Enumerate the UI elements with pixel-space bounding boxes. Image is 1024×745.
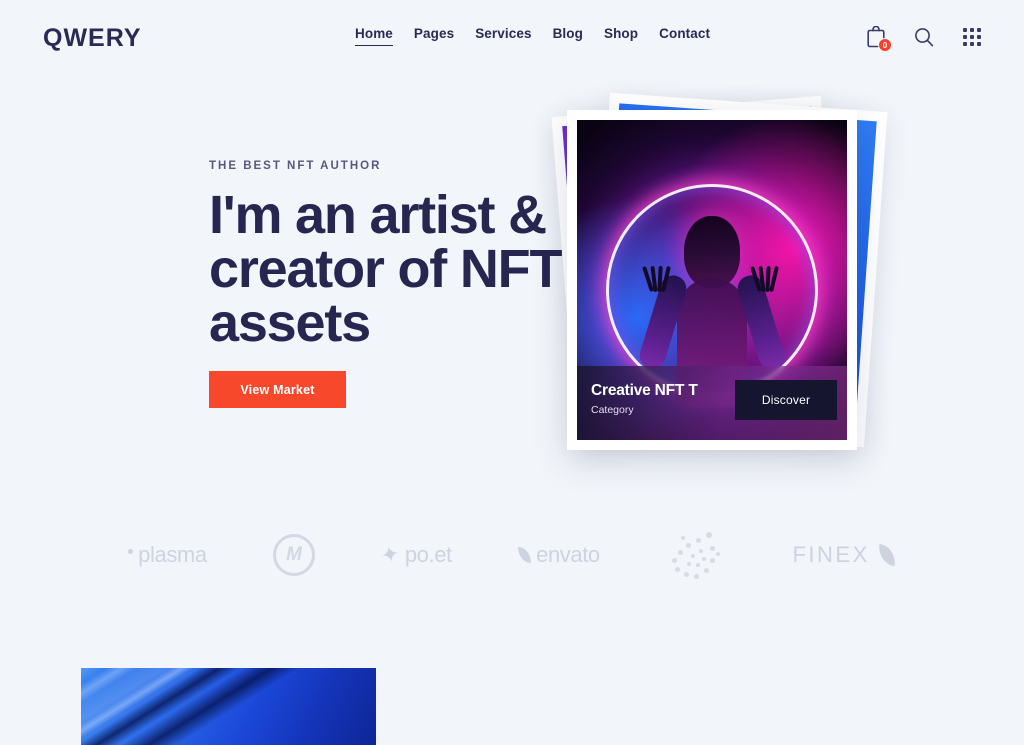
finex-leaf-icon bbox=[876, 543, 898, 567]
page-root: QWERY Home Pages Services Blog Shop Cont… bbox=[0, 0, 1024, 745]
feather-icon: ✦ bbox=[378, 540, 403, 569]
partner-logo-finex[interactable]: FINEX bbox=[792, 542, 898, 568]
envato-leaf-icon bbox=[518, 547, 532, 563]
nav-item-home[interactable]: Home bbox=[355, 26, 393, 46]
bottom-blue-banner[interactable] bbox=[81, 668, 376, 745]
header-actions: 0 bbox=[864, 24, 984, 52]
nav-item-services[interactable]: Services bbox=[475, 26, 531, 46]
brand-logo[interactable]: QWERY bbox=[43, 24, 142, 53]
partner-logo-plasma[interactable]: plasma bbox=[128, 542, 207, 568]
iota-icon bbox=[666, 530, 726, 580]
cart-icon[interactable]: 0 bbox=[864, 24, 892, 52]
cart-count-badge: 0 bbox=[878, 38, 892, 52]
partner-label-envato: envato bbox=[536, 542, 600, 567]
plasma-dot-icon bbox=[128, 549, 134, 554]
partner-logo-poet[interactable]: ✦ po.et bbox=[378, 540, 452, 569]
search-icon[interactable] bbox=[912, 24, 936, 50]
partner-label-plasma: plasma bbox=[138, 542, 207, 567]
nav-item-contact[interactable]: Contact bbox=[659, 26, 710, 46]
grid-glyph bbox=[963, 28, 981, 46]
partner-logos-row: plasma M ✦ po.et envato FINEX bbox=[0, 518, 1024, 592]
grid-menu-icon[interactable] bbox=[960, 24, 984, 50]
nav-item-pages[interactable]: Pages bbox=[414, 26, 454, 46]
partner-logo-iota[interactable] bbox=[666, 530, 726, 580]
view-market-button[interactable]: View Market bbox=[209, 371, 346, 408]
nav-item-shop[interactable]: Shop bbox=[604, 26, 638, 46]
site-header: QWERY Home Pages Services Blog Shop Cont… bbox=[0, 0, 1024, 72]
card-caption-bar: Creative NFT T Category Discover bbox=[577, 366, 847, 440]
partner-logo-coinmarketcap[interactable]: M bbox=[273, 534, 316, 576]
partner-label-coinmarketcap: M bbox=[286, 544, 302, 565]
partner-label-poet: po.et bbox=[404, 542, 452, 567]
discover-button[interactable]: Discover bbox=[735, 380, 837, 420]
coinmarketcap-icon: M bbox=[273, 534, 316, 576]
figure-hand-left bbox=[642, 262, 671, 293]
figure-hand-right bbox=[750, 262, 779, 293]
nav-item-blog[interactable]: Blog bbox=[553, 26, 583, 46]
partner-logo-envato[interactable]: envato bbox=[518, 542, 600, 568]
search-glyph bbox=[915, 28, 934, 47]
featured-nft-card[interactable]: Creative NFT T Category Discover bbox=[567, 110, 857, 450]
main-navigation: Home Pages Services Blog Shop Contact bbox=[355, 26, 710, 46]
partner-label-finex: FINEX bbox=[792, 542, 870, 567]
hero-card-stack: Creative NFT T Category Discover bbox=[540, 88, 888, 468]
nft-artwork: Creative NFT T Category Discover bbox=[577, 120, 847, 440]
